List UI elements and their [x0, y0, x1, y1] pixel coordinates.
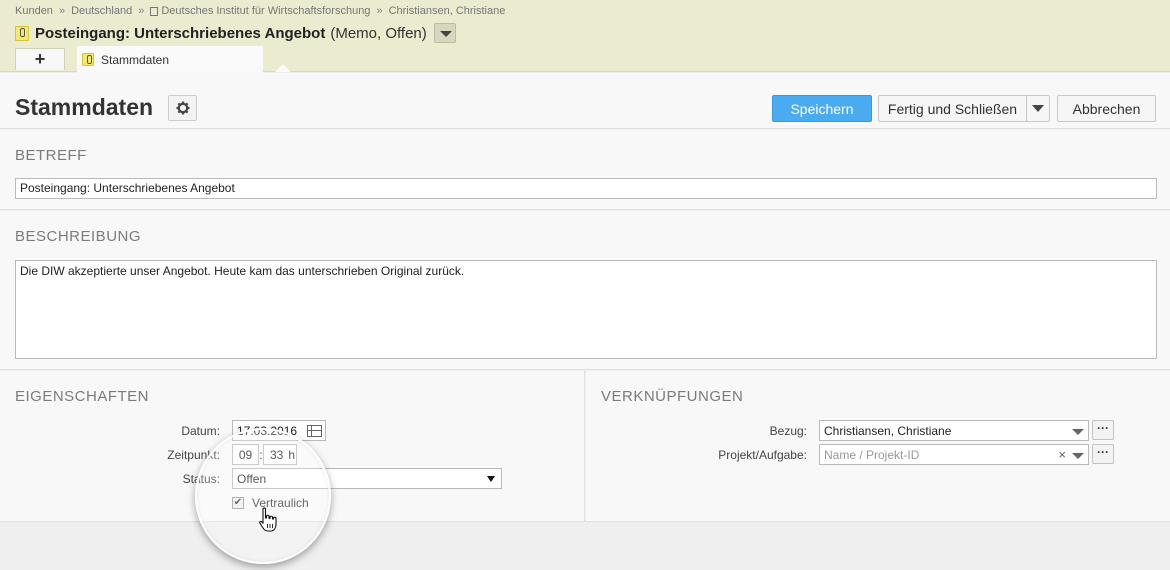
- record-title-subtitle: (Memo, Offen): [330, 24, 427, 42]
- projekt-more-button[interactable]: ···: [1092, 444, 1114, 464]
- bezug-label: Bezug:: [769, 424, 807, 438]
- projekt-placeholder: Name / Projekt-ID: [824, 447, 920, 462]
- projekt-label: Projekt/Aufgabe:: [718, 448, 807, 462]
- beschreibung-section: BESCHREIBUNG Die DIW akzeptierte unser A…: [0, 211, 1170, 370]
- breadcrumb-kunden[interactable]: Kunden: [15, 5, 53, 17]
- settings-button[interactable]: [168, 95, 197, 121]
- memo-icon: [82, 53, 94, 66]
- eigenschaften-section-title: EIGENSCHAFTEN: [15, 388, 150, 405]
- tab-label: Stammdaten: [101, 52, 170, 67]
- tab-pointer: [275, 64, 291, 72]
- record-menu-dropdown-button[interactable]: [433, 23, 456, 43]
- verknuepfungen-section-title: VERKNÜPFUNGEN: [601, 388, 744, 405]
- bezug-value: Christiansen, Christiane: [824, 423, 952, 438]
- finish-options-dropdown-button[interactable]: [1026, 95, 1050, 122]
- betreff-section-title: BETREFF: [15, 147, 87, 164]
- chevron-down-icon: [487, 476, 495, 482]
- breadcrumb-contact[interactable]: Christiansen, Christiane: [389, 5, 506, 17]
- breadcrumb: Kunden » Deutschland » Deutsches Institu…: [15, 5, 505, 17]
- breadcrumb-deutschland[interactable]: Deutschland: [71, 5, 132, 17]
- clear-icon[interactable]: ×: [1058, 447, 1066, 462]
- breadcrumb-separator: »: [376, 5, 383, 17]
- projekt-combobox[interactable]: Name / Projekt-ID ×: [819, 444, 1089, 465]
- toolbar: Stammdaten Speichern Fertig und Schließe…: [0, 73, 1170, 129]
- bezug-more-button[interactable]: ···: [1092, 420, 1114, 440]
- betreff-input[interactable]: Posteingang: Unterschriebenes Angebot: [15, 178, 1157, 199]
- betreff-section: BETREFF Posteingang: Unterschriebenes An…: [0, 130, 1170, 210]
- add-tab-button[interactable]: +: [15, 48, 65, 70]
- page-title: Stammdaten: [15, 94, 154, 120]
- finish-and-close-button[interactable]: Fertig und Schließen: [878, 95, 1026, 122]
- memo-icon: [15, 25, 29, 41]
- beschreibung-section-title: BESCHREIBUNG: [15, 228, 142, 245]
- gear-icon: [176, 101, 189, 115]
- beschreibung-textarea[interactable]: Die DIW akzeptierte unser Angebot. Heute…: [15, 260, 1157, 359]
- breadcrumb-separator: »: [58, 5, 66, 17]
- hand-pointer-icon: [259, 507, 277, 532]
- cancel-button[interactable]: Abbrechen: [1057, 95, 1156, 122]
- tab-stammdaten[interactable]: Stammdaten: [77, 46, 263, 73]
- calendar-icon[interactable]: [307, 425, 322, 437]
- header-bar: Kunden » Deutschland » Deutsches Institu…: [0, 0, 1170, 73]
- chevron-down-icon[interactable]: [1072, 429, 1084, 435]
- breadcrumb-separator: »: [138, 5, 145, 17]
- bezug-combobox[interactable]: Christiansen, Christiane: [819, 420, 1089, 441]
- record-title-text: Posteingang: Unterschriebenes Angebot: [35, 24, 326, 42]
- save-button[interactable]: Speichern: [772, 95, 872, 122]
- footer-area: [0, 522, 1170, 570]
- breadcrumb-institut[interactable]: Deutsches Institut für Wirtschaftsforsch…: [161, 5, 370, 17]
- document-icon: [150, 6, 159, 16]
- magnifier-highlight: [195, 428, 331, 564]
- record-title: Posteingang: Unterschriebenes Angebot (M…: [15, 23, 456, 43]
- chevron-down-icon[interactable]: [1072, 453, 1084, 459]
- datum-label: Datum:: [181, 424, 220, 438]
